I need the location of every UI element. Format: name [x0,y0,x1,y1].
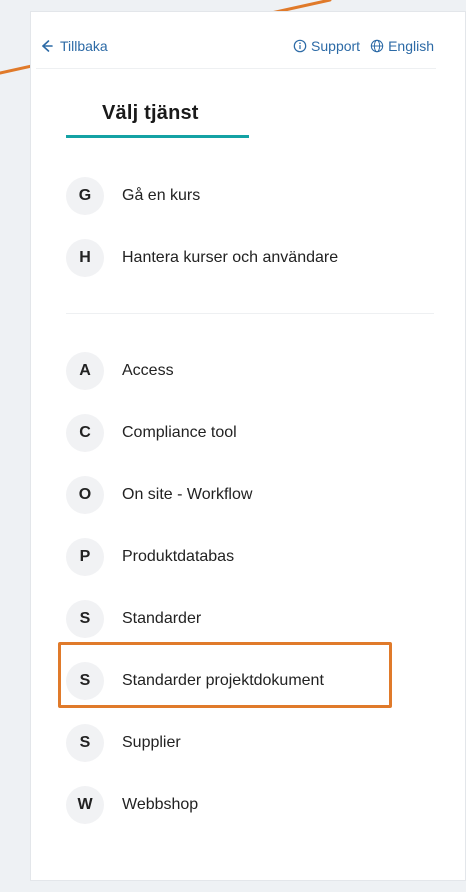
service-avatar: G [66,177,104,215]
page-title: Välj tjänst [102,102,199,124]
language-link[interactable]: English [370,38,434,54]
service-label: Standarder [122,610,202,627]
service-item-on-site-workflow[interactable]: O On site - Workflow [66,464,436,526]
service-label: Gå en kurs [122,187,201,204]
top-actions: Support English [293,38,434,54]
service-item-produktdatabas[interactable]: P Produktdatabas [66,526,436,588]
service-avatar: S [66,724,104,762]
title-tab: Välj tjänst [66,92,249,138]
service-item-standarder[interactable]: S Standarder [66,588,436,650]
service-label: On site - Workflow [122,486,253,503]
top-bar: Tillbaka Support English [36,30,436,69]
service-label: Standarder projektdokument [122,672,324,689]
service-list-primary: G Gå en kurs H Hantera kurser och använd… [66,165,436,289]
language-label: English [388,38,434,54]
service-avatar: O [66,476,104,514]
service-avatar: C [66,414,104,452]
service-item-access[interactable]: A Access [66,340,436,402]
service-item-standarder-projektdokument[interactable]: S Standarder projektdokument [66,650,436,712]
globe-icon [370,39,384,53]
service-avatar: P [66,538,104,576]
service-label: Hantera kurser och användare [122,249,339,266]
service-avatar: A [66,352,104,390]
service-avatar: S [66,662,104,700]
service-list-secondary: A Access C Compliance tool O On site - W… [66,340,436,836]
service-avatar: S [66,600,104,638]
support-link[interactable]: Support [293,38,360,54]
support-label: Support [311,38,361,54]
info-icon [293,39,307,53]
service-label: Produktdatabas [122,548,235,565]
service-label: Compliance tool [122,424,237,441]
service-item-hantera-kurser[interactable]: H Hantera kurser och användare [66,227,436,289]
section-divider [66,313,434,314]
back-link[interactable]: Tillbaka [38,38,108,54]
service-avatar: W [66,786,104,824]
service-item-webbshop[interactable]: W Webbshop [66,774,436,836]
service-item-ga-en-kurs[interactable]: G Gå en kurs [66,165,436,227]
arrow-left-icon [42,40,53,52]
service-avatar: H [66,239,104,277]
service-label: Webbshop [122,796,199,813]
service-label: Access [122,362,174,379]
service-item-supplier[interactable]: S Supplier [66,712,436,774]
back-label: Tillbaka [60,38,108,54]
service-label: Supplier [122,734,181,751]
service-item-compliance-tool[interactable]: C Compliance tool [66,402,436,464]
